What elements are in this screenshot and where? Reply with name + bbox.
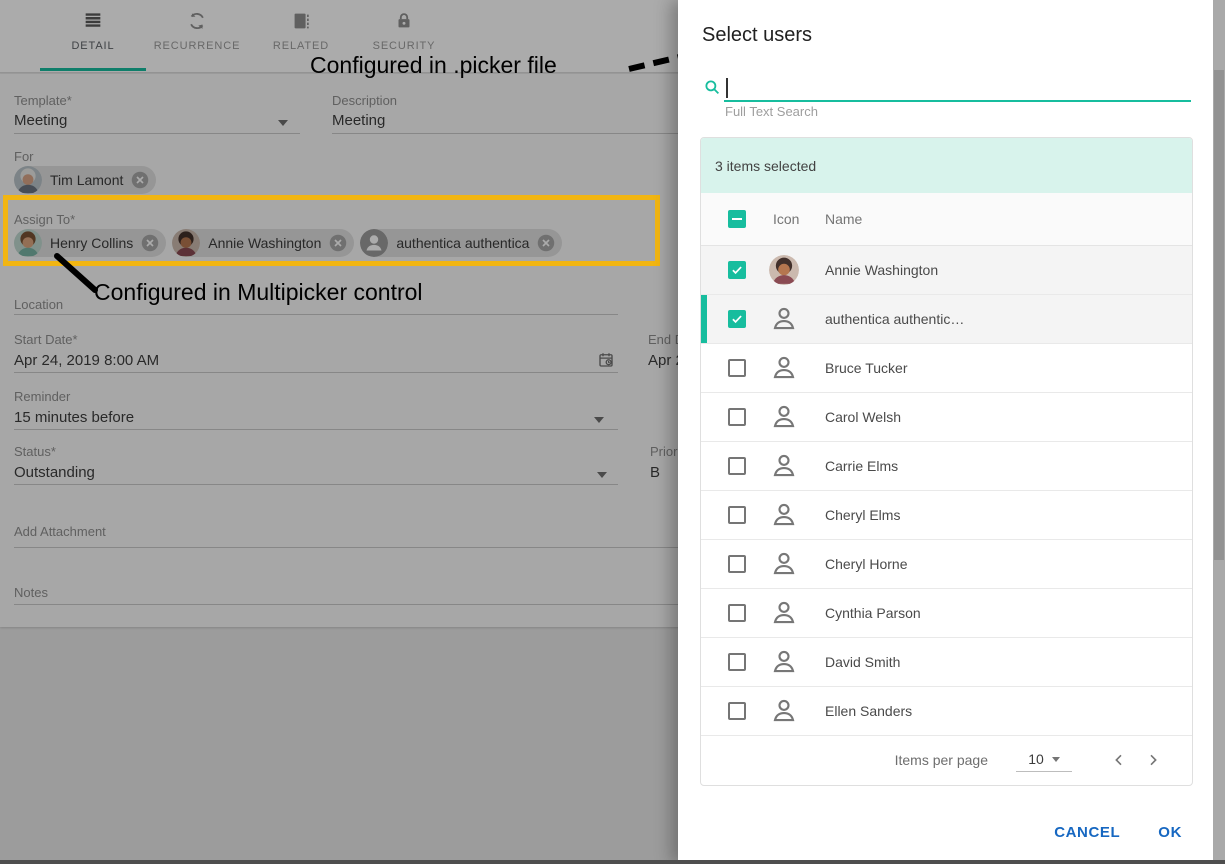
pagination-bar: Items per page 10	[701, 734, 1192, 785]
ok-button[interactable]: OK	[1158, 824, 1182, 841]
user-row[interactable]: Annie Washington	[701, 246, 1192, 295]
users-table-card: 3 items selected Icon Name Annie Washing…	[700, 137, 1193, 786]
user-row[interactable]: David Smith	[701, 638, 1192, 687]
user-row[interactable]: Cheryl Horne	[701, 540, 1192, 589]
items-per-page-label: Items per page	[895, 752, 988, 768]
person-icon	[769, 353, 799, 383]
user-row[interactable]: Carol Welsh	[701, 393, 1192, 442]
user-name: authentica authentic…	[825, 311, 964, 327]
table-header: Icon Name	[701, 193, 1192, 246]
person-icon	[769, 304, 799, 334]
user-name: David Smith	[825, 654, 900, 670]
name-column-header: Name	[825, 211, 862, 227]
window-bottom-edge	[0, 860, 1225, 864]
chevron-down-icon	[1052, 757, 1060, 762]
items-per-page-value: 10	[1028, 751, 1044, 767]
icon-column-header: Icon	[773, 211, 799, 227]
user-name: Carol Welsh	[825, 409, 901, 425]
row-checkbox[interactable]	[728, 310, 746, 328]
row-checkbox[interactable]	[728, 261, 746, 279]
selection-summary: 3 items selected	[715, 158, 816, 174]
scrollbar-thumb[interactable]	[1214, 70, 1224, 560]
person-icon	[769, 696, 799, 726]
row-checkbox[interactable]	[728, 408, 746, 426]
text-cursor	[726, 78, 728, 98]
dialog-actions: CANCEL OK	[1054, 824, 1182, 841]
search-input[interactable]	[724, 100, 1191, 102]
previous-page-button[interactable]	[1102, 743, 1136, 777]
user-name: Annie Washington	[825, 262, 938, 278]
cancel-button[interactable]: CANCEL	[1054, 824, 1120, 841]
user-row[interactable]: Ellen Sanders	[701, 687, 1192, 736]
page-scrollbar[interactable]	[1213, 0, 1225, 864]
items-per-page-select[interactable]: 10	[1016, 748, 1072, 772]
select-users-dialog: Select users Full Text Search 3 items se…	[678, 0, 1213, 864]
user-row[interactable]: Carrie Elms	[701, 442, 1192, 491]
person-icon	[769, 451, 799, 481]
row-checkbox[interactable]	[728, 604, 746, 622]
next-page-button[interactable]	[1136, 743, 1170, 777]
search-icon	[703, 78, 721, 96]
person-icon	[769, 647, 799, 677]
search-hint: Full Text Search	[725, 104, 818, 119]
user-name: Cheryl Horne	[825, 556, 907, 572]
person-icon	[769, 598, 799, 628]
user-row[interactable]: Bruce Tucker	[701, 344, 1192, 393]
user-row[interactable]: Cheryl Elms	[701, 491, 1192, 540]
person-icon	[769, 402, 799, 432]
selection-summary-bar: 3 items selected	[701, 138, 1192, 193]
person-icon	[769, 549, 799, 579]
user-rows: Annie Washington authentica authentic… B…	[701, 246, 1192, 736]
user-row[interactable]: Cynthia Parson	[701, 589, 1192, 638]
user-name: Cheryl Elms	[825, 507, 900, 523]
user-name: Bruce Tucker	[825, 360, 907, 376]
dialog-title: Select users	[702, 24, 812, 47]
user-avatar	[769, 255, 799, 285]
row-checkbox[interactable]	[728, 653, 746, 671]
row-checkbox[interactable]	[728, 359, 746, 377]
select-all-checkbox[interactable]	[728, 210, 746, 228]
screen: DETAIL RECURRENCE RELATED SECURITY Templ…	[0, 0, 1225, 864]
user-name: Cynthia Parson	[825, 605, 921, 621]
row-checkbox[interactable]	[728, 555, 746, 573]
user-name: Ellen Sanders	[825, 703, 912, 719]
user-row[interactable]: authentica authentic…	[701, 295, 1192, 344]
row-checkbox[interactable]	[728, 702, 746, 720]
row-checkbox[interactable]	[728, 506, 746, 524]
row-checkbox[interactable]	[728, 457, 746, 475]
person-icon	[769, 500, 799, 530]
user-name: Carrie Elms	[825, 458, 898, 474]
